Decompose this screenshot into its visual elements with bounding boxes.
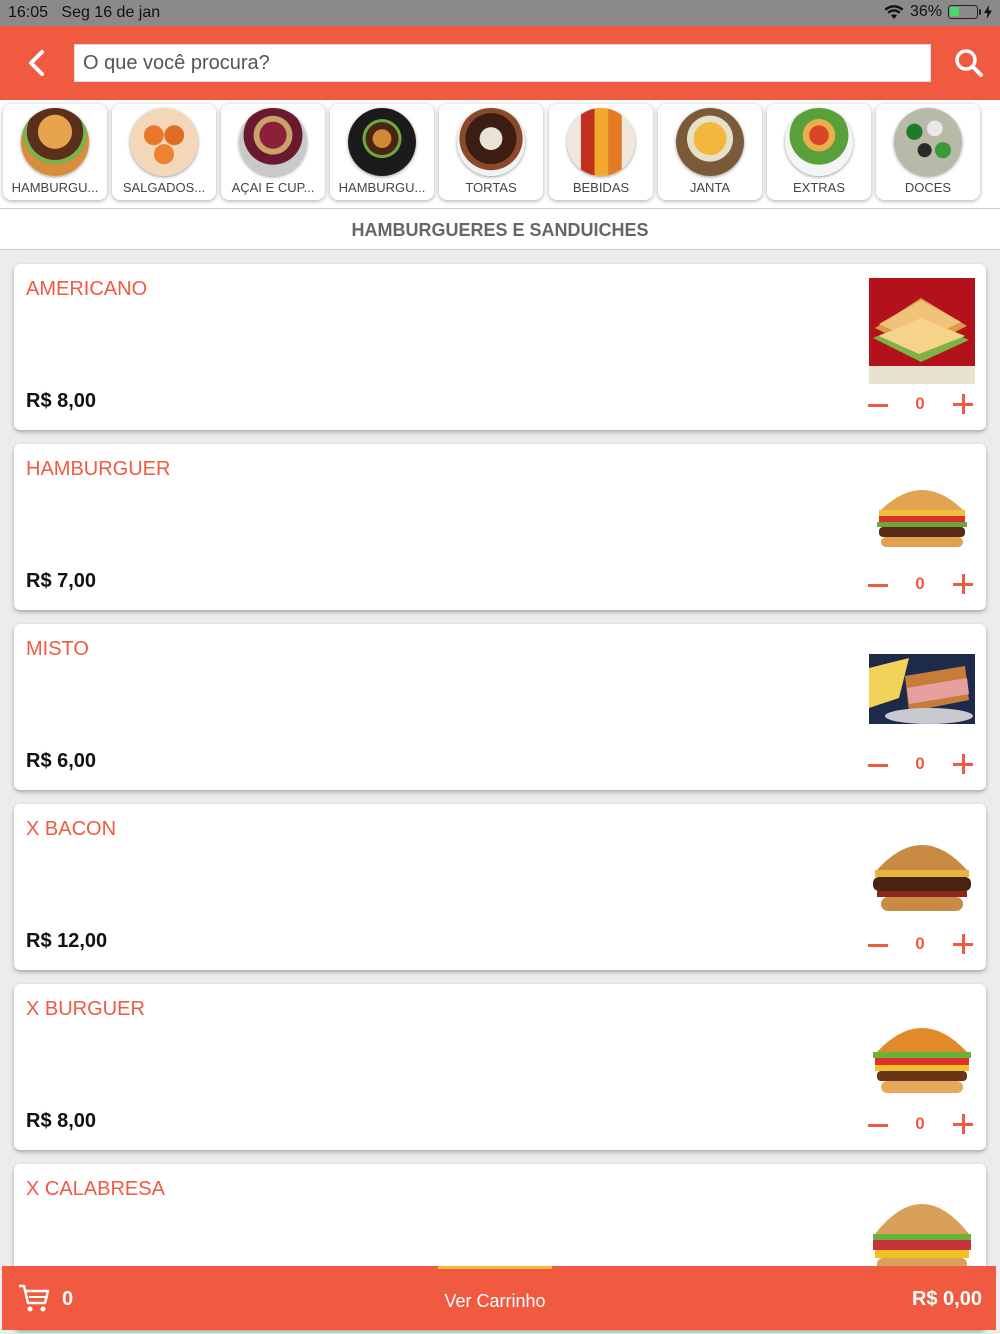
product-name: HAMBURGUER xyxy=(26,458,171,480)
salad-photo xyxy=(785,108,853,176)
chevron-left-icon xyxy=(29,50,44,76)
product-price: R$ 8,00 xyxy=(26,1110,97,1132)
product-card-x-burguer[interactable]: X BURGUER R$ 8,00 0 xyxy=(14,984,986,1150)
back-button[interactable] xyxy=(22,46,54,80)
cake-photo xyxy=(457,108,525,176)
category-label: TORTAS xyxy=(465,180,517,195)
category-label: JANTA xyxy=(689,180,731,195)
category-salgados[interactable]: SALGADOS... xyxy=(112,104,216,200)
status-time: 16:05 Seg 16 de jan xyxy=(8,4,161,21)
drinks-photo xyxy=(567,108,635,176)
category-acai[interactable]: AÇAI E CUP... xyxy=(221,104,325,200)
category-label: DOCES xyxy=(904,180,952,195)
hamburger-photo xyxy=(877,490,967,547)
decrease-quantity-button[interactable] xyxy=(866,393,890,415)
search-input[interactable] xyxy=(75,45,930,81)
decrease-quantity-button[interactable] xyxy=(866,753,890,775)
product-name: MISTO xyxy=(26,638,89,660)
category-label: SALGADOS... xyxy=(122,180,206,195)
section-title: HAMBURGUERES E SANDUICHES xyxy=(0,208,1000,250)
product-quantity: 0 xyxy=(915,1114,925,1133)
category-label: AÇAI E CUP... xyxy=(231,180,315,195)
cart-total: R$ 0,00 xyxy=(911,1288,982,1310)
status-right: 36% xyxy=(884,3,992,21)
category-label: HAMBURGU... xyxy=(338,180,426,195)
decrease-quantity-button[interactable] xyxy=(866,573,890,595)
product-name: X BACON xyxy=(26,818,117,840)
acai-photo xyxy=(239,108,307,176)
category-bebidas[interactable]: BEBIDAS xyxy=(549,104,653,200)
status-bar: 16:05 Seg 16 de jan 36% xyxy=(0,0,1000,26)
product-card-hamburguer[interactable]: HAMBURGUER R$ 7,00 0 xyxy=(14,444,986,610)
cart-count: 0 xyxy=(62,1288,74,1310)
toasted-sandwich-photo xyxy=(869,278,975,384)
product-card-americano[interactable]: AMERICANO R$ 8,00 0 xyxy=(14,264,986,430)
wifi-icon xyxy=(884,5,904,19)
battery-icon xyxy=(948,5,981,19)
category-extras[interactable]: EXTRAS xyxy=(767,104,871,200)
search-icon xyxy=(955,49,983,77)
salgados-photo xyxy=(130,108,198,176)
product-price: R$ 12,00 xyxy=(26,930,108,952)
product-name: X BURGUER xyxy=(26,998,145,1020)
increase-quantity-button[interactable] xyxy=(951,392,975,416)
soup-photo xyxy=(676,108,744,176)
category-label: HAMBURGU... xyxy=(11,180,99,195)
product-quantity: 0 xyxy=(915,574,925,593)
product-quantity: 0 xyxy=(915,754,925,773)
sweets-photo xyxy=(894,108,962,176)
cart-button[interactable] xyxy=(18,1283,50,1313)
product-price: R$ 8,00 xyxy=(26,390,97,412)
category-hamburgueres-2[interactable]: HAMBURGU... xyxy=(330,104,434,200)
product-card-misto[interactable]: MISTO R$ 6,00 0 xyxy=(14,624,986,790)
bacon-burger-photo xyxy=(873,845,971,911)
category-label: EXTRAS xyxy=(792,180,845,195)
increase-quantity-button[interactable] xyxy=(951,932,975,956)
product-card-x-bacon[interactable]: X BACON R$ 12,00 0 xyxy=(14,804,986,970)
battery-percent: 36% xyxy=(909,3,942,20)
product-name: X CALABRESA xyxy=(26,1178,165,1200)
product-quantity: 0 xyxy=(915,934,925,953)
grilled-sandwich-photo xyxy=(869,654,975,724)
increase-quantity-button[interactable] xyxy=(951,1112,975,1136)
view-cart-button[interactable]: Ver Carrinho xyxy=(438,1266,552,1330)
decrease-quantity-button[interactable] xyxy=(866,1113,890,1135)
search-box xyxy=(74,44,931,82)
search-button[interactable] xyxy=(952,46,986,80)
cheeseburger-photo xyxy=(873,1028,971,1093)
product-name: AMERICANO xyxy=(26,278,148,300)
battery-level xyxy=(950,7,959,16)
cart-bar: 0 Ver Carrinho R$ 0,00 xyxy=(2,1266,996,1330)
hamburger-photo xyxy=(21,108,89,176)
decrease-quantity-button[interactable] xyxy=(866,933,890,955)
increase-quantity-button[interactable] xyxy=(951,572,975,596)
category-bar: HAMBURGU... SALGADOS... AÇAI E CUP... HA… xyxy=(0,100,1000,208)
product-quantity: 0 xyxy=(915,394,925,413)
hamburger-photo xyxy=(348,108,416,176)
category-label: BEBIDAS xyxy=(572,180,630,195)
increase-quantity-button[interactable] xyxy=(951,752,975,776)
app-header xyxy=(0,26,1000,100)
category-hamburgueres[interactable]: HAMBURGU... xyxy=(3,104,107,200)
cart-icon xyxy=(19,1284,50,1312)
product-price: R$ 7,00 xyxy=(26,570,97,592)
product-price: R$ 6,00 xyxy=(26,750,97,772)
category-janta[interactable]: JANTA xyxy=(658,104,762,200)
category-tortas[interactable]: TORTAS xyxy=(439,104,543,200)
charging-icon xyxy=(984,5,992,19)
category-doces[interactable]: DOCES xyxy=(876,104,980,200)
